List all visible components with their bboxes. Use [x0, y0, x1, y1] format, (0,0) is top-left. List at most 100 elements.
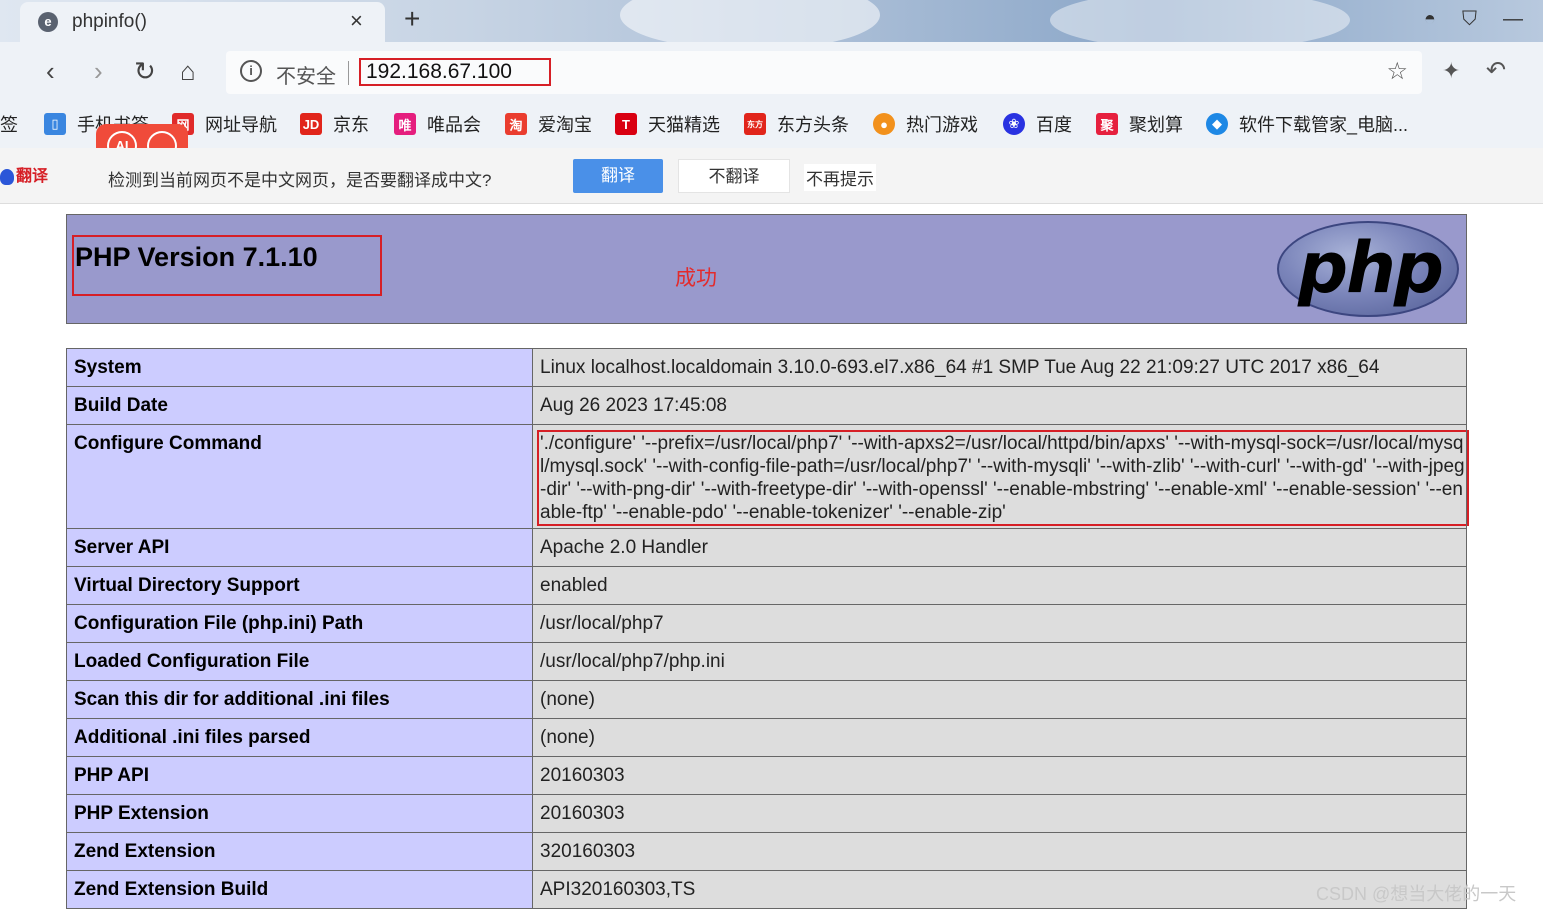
favicon-icon: e [38, 12, 58, 32]
star-icon[interactable]: ☆ [1386, 57, 1408, 86]
row-value: Apache 2.0 Handler [532, 528, 1467, 567]
row-key: Zend Extension Build [66, 870, 533, 909]
info-icon[interactable]: i [240, 60, 262, 82]
row-key: Loaded Configuration File [66, 642, 533, 681]
bookmark-item[interactable]: 签 [0, 110, 18, 138]
bookmark-label: 唯品会 [427, 115, 481, 135]
row-key: Configure Command [66, 424, 533, 529]
row-value: (none) [532, 718, 1467, 757]
bookmark-item[interactable]: ❀ 百度 [1003, 110, 1072, 138]
minimize-icon[interactable]: — [1503, 8, 1523, 31]
table-row: PHP API 20160303 [66, 756, 1467, 795]
bookmarks-bar: 签 ▯ 手机书签 网 网址导航 JD 京东 唯 唯品会 淘 爱淘宝 T 天猫精选… [0, 102, 1543, 148]
table-row: PHP Extension 20160303 [66, 794, 1467, 833]
bookmark-item[interactable]: ● 热门游戏 [873, 110, 978, 138]
juhuasuan-icon: 聚 [1096, 113, 1118, 135]
bookmark-label: 热门游戏 [906, 115, 978, 135]
baidu-paw-icon: ❀ [1003, 113, 1025, 135]
row-key: System [66, 348, 533, 387]
translate-logo: 翻译 [0, 162, 48, 186]
url-field[interactable]: 192.168.67.100 [359, 58, 551, 86]
tmall-icon: T [615, 113, 637, 135]
table-row: Loaded Configuration File/usr/local/php7… [66, 642, 1467, 681]
toutiao-icon: 东方 [744, 113, 766, 135]
bookmark-label: 软件下载管家_电脑... [1239, 115, 1409, 135]
incognito-icon[interactable]: ◓ [1424, 8, 1436, 31]
bookmark-item[interactable]: T 天猫精选 [615, 110, 720, 138]
page-title: PHP Version 7.1.10 [75, 242, 318, 272]
download-manager-icon: ◆ [1206, 113, 1228, 135]
bookmark-item[interactable]: JD 京东 [300, 110, 369, 138]
row-key: PHP Extension [66, 794, 533, 833]
table-row: Configuration File (php.ini) Path/usr/lo… [66, 604, 1467, 643]
row-value: enabled [532, 566, 1467, 605]
bookmark-item[interactable]: 淘 爱淘宝 [505, 110, 592, 138]
bookmark-label: 签 [0, 115, 18, 135]
game-icon: ● [873, 113, 895, 135]
bookmark-item[interactable]: 东方 东方头条 [744, 110, 849, 138]
php-version-header: PHP Version 7.1.10 成功 php [66, 214, 1467, 324]
translate-prompt: 检测到当前网页不是中文网页，是否要翻译成中文? [108, 171, 492, 190]
row-key: Scan this dir for additional .ini files [66, 680, 533, 719]
row-value: 20160303 [532, 756, 1467, 795]
bookmark-item[interactable]: ◆ 软件下载管家_电脑... [1206, 110, 1408, 138]
bookmark-label: 百度 [1036, 115, 1072, 135]
home-icon[interactable]: ⌂ [180, 56, 196, 87]
row-key: PHP API [66, 756, 533, 795]
bookmark-label: 东方头条 [777, 115, 849, 135]
configure-command-highlight: './configure' '--prefix=/usr/local/php7'… [537, 430, 1469, 526]
no-translate-button[interactable]: 不翻译 [678, 159, 790, 193]
success-annotation: 成功 [675, 267, 717, 290]
table-row: Build Date Aug 26 2023 17:45:08 [66, 386, 1467, 425]
row-value: 20160303 [532, 794, 1467, 833]
row-key: Server API [66, 528, 533, 567]
tab-close-button[interactable]: × [350, 8, 363, 34]
table-row: Zend Extension 320160303 [66, 832, 1467, 871]
bookmark-item[interactable]: 聚 聚划算 [1096, 110, 1183, 138]
bookmark-item[interactable]: 唯 唯品会 [394, 110, 481, 138]
table-row: Additional .ini files parsed (none) [66, 718, 1467, 757]
navigation-bar: ‹ › ↻ ⌂ i 不安全 192.168.67.100 ☆ ✦ ↶ [0, 42, 1543, 102]
row-value: './configure' '--prefix=/usr/local/php7'… [532, 424, 1469, 529]
never-show-button[interactable]: 不再提示 [804, 164, 876, 191]
row-key: Virtual Directory Support [66, 566, 533, 605]
table-row: Zend Extension Build API320160303,TS [66, 870, 1467, 909]
vip-icon: 唯 [394, 113, 416, 135]
row-value: /usr/local/php7 [532, 604, 1467, 643]
bookmark-label: 爱淘宝 [538, 115, 592, 135]
table-row: Server API Apache 2.0 Handler [66, 528, 1467, 567]
row-value: 320160303 [532, 832, 1467, 871]
shirt-skin-icon[interactable]: ⛉ [1462, 8, 1477, 31]
translate-button[interactable]: 翻译 [573, 159, 663, 193]
address-bar[interactable]: i 不安全 192.168.67.100 ☆ [226, 51, 1422, 94]
extension-icon[interactable]: ✦ [1442, 58, 1460, 84]
forward-icon[interactable]: › [94, 56, 103, 87]
browser-tab[interactable]: e phpinfo() × [20, 2, 385, 42]
row-key: Build Date [66, 386, 533, 425]
row-value: /usr/local/php7/php.ini [532, 642, 1467, 681]
row-value: Linux localhost.localdomain 3.10.0-693.e… [532, 348, 1467, 387]
table-row: Virtual Directory Support enabled [66, 566, 1467, 605]
window-controls: ◓ ⛉ — [1424, 8, 1523, 31]
jd-icon: JD [300, 113, 322, 135]
row-key: Zend Extension [66, 832, 533, 871]
bookmark-label: 聚划算 [1129, 115, 1183, 135]
translate-bar: 翻译 检测到当前网页不是中文网页，是否要翻译成中文? 翻译 不翻译 不再提示 [0, 148, 1543, 204]
new-tab-button[interactable]: + [404, 3, 420, 35]
bookmark-label: 天猫精选 [648, 115, 720, 135]
table-row: Scan this dir for additional .ini files(… [66, 680, 1467, 719]
reload-icon[interactable]: ↻ [134, 56, 156, 87]
table-row: Configure Command './configure' '--prefix… [66, 424, 1469, 529]
watermark: CSDN @想当大佬的一天 [1316, 884, 1517, 904]
divider [348, 61, 349, 85]
tab-title: phpinfo() [72, 11, 147, 32]
taobao-icon: 淘 [505, 113, 527, 135]
title-bar: e phpinfo() × + ◓ ⛉ — [0, 0, 1543, 50]
row-value: Aug 26 2023 17:45:08 [532, 386, 1467, 425]
info-table: System Linux localhost.localdomain 3.10.0… [66, 348, 1469, 909]
phone-icon: ▯ [44, 113, 66, 135]
back-icon[interactable]: ‹ [46, 56, 55, 87]
php-logo[interactable]: php [1277, 221, 1459, 317]
undo-icon[interactable]: ↶ [1486, 56, 1506, 85]
row-key: Additional .ini files parsed [66, 718, 533, 757]
